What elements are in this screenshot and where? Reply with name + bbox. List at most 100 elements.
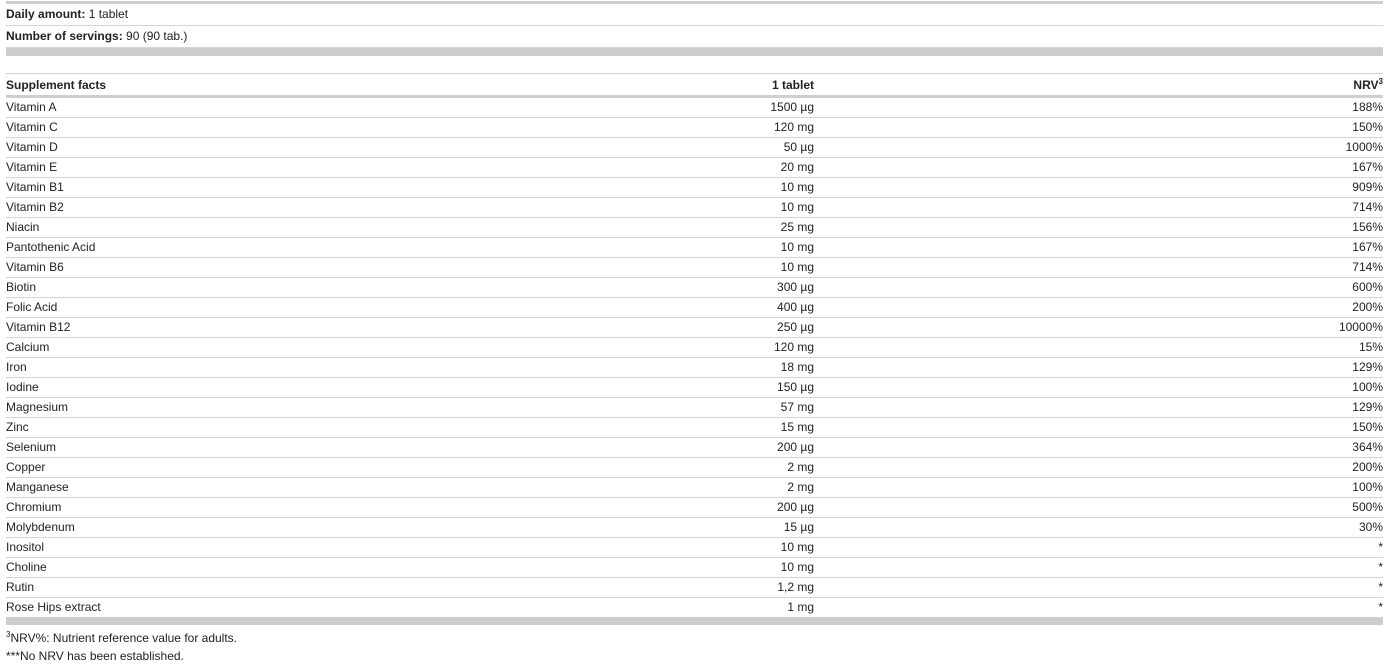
footnote-no-nrv: ***No NRV has been established.: [6, 647, 1383, 665]
nutrient-nrv: 200%: [814, 297, 1383, 318]
nutrient-amount: 400 µg: [406, 297, 814, 318]
table-row: Inositol 10 mg *: [6, 537, 1383, 558]
nutrient-amount: 10 mg: [406, 237, 814, 258]
nutrient-name: Copper: [6, 457, 406, 478]
table-row: Vitamin A 1500 µg 188%: [6, 96, 1383, 118]
table-row: Choline 10 mg *: [6, 557, 1383, 578]
nutrient-name: Selenium: [6, 437, 406, 458]
table-row: Vitamin D 50 µg 1000%: [6, 137, 1383, 158]
footnote-no-nrv-text: ***No NRV has been established.: [6, 649, 184, 663]
nutrient-nrv: *: [814, 577, 1383, 598]
nutrient-name: Zinc: [6, 417, 406, 438]
nutrient-name: Vitamin D: [6, 137, 406, 158]
daily-amount-row: Daily amount: 1 tablet: [6, 4, 1383, 26]
table-body: Vitamin A 1500 µg 188% Vitamin C 120 mg 150% V…: [6, 96, 1383, 618]
nutrient-nrv: 167%: [814, 237, 1383, 258]
nutrient-amount: 10 mg: [406, 557, 814, 578]
nutrient-amount: 10 mg: [406, 197, 814, 218]
nutrient-nrv: 100%: [814, 477, 1383, 498]
header-per-tablet: 1 tablet: [406, 74, 814, 98]
nutrient-amount: 10 mg: [406, 257, 814, 278]
table-row: Calcium 120 mg 15%: [6, 337, 1383, 358]
nutrient-amount: 1,2 mg: [406, 577, 814, 598]
supplement-facts-table: Supplement facts 1 tablet NRV3 Vitamin A…: [6, 74, 1383, 617]
nutrient-nrv: 500%: [814, 497, 1383, 518]
servings-value: 90 (90 tab.): [126, 29, 188, 43]
table-row: Vitamin B1 10 mg 909%: [6, 177, 1383, 198]
nutrient-name: Choline: [6, 557, 406, 578]
daily-amount-value: 1 tablet: [88, 7, 129, 21]
nutrient-amount: 10 mg: [406, 537, 814, 558]
nutrient-amount: 120 mg: [406, 117, 814, 138]
nutrient-amount: 150 µg: [406, 377, 814, 398]
nutrient-amount: 200 µg: [406, 437, 814, 458]
table-row: Vitamin B2 10 mg 714%: [6, 197, 1383, 218]
nutrient-nrv: 150%: [814, 417, 1383, 438]
nutrient-nrv: 30%: [814, 517, 1383, 538]
header-nrv-label: NRV: [1353, 78, 1379, 92]
table-row: Selenium 200 µg 364%: [6, 437, 1383, 458]
table-row: Manganese 2 mg 100%: [6, 477, 1383, 498]
nutrient-name: Vitamin B2: [6, 197, 406, 218]
nutrient-name: Vitamin E: [6, 157, 406, 178]
nutrient-nrv: 156%: [814, 217, 1383, 238]
servings-row: Number of servings: 90 (90 tab.): [6, 26, 1383, 48]
nutrient-amount: 200 µg: [406, 497, 814, 518]
nutrient-name: Biotin: [6, 277, 406, 298]
nutrient-nrv: *: [814, 557, 1383, 578]
nutrient-nrv: 714%: [814, 257, 1383, 278]
nutrient-nrv: 100%: [814, 377, 1383, 398]
nutrient-amount: 15 µg: [406, 517, 814, 538]
table-row: Vitamin B6 10 mg 714%: [6, 257, 1383, 278]
nutrient-amount: 18 mg: [406, 357, 814, 378]
nutrient-amount: 10 mg: [406, 177, 814, 198]
nutrient-name: Niacin: [6, 217, 406, 238]
nutrient-amount: 2 mg: [406, 457, 814, 478]
nutrient-amount: 1 mg: [787, 600, 814, 614]
nutrient-name: Vitamin C: [6, 117, 406, 138]
table-row: Niacin 25 mg 156%: [6, 217, 1383, 238]
nutrient-name: Vitamin A: [6, 96, 406, 118]
table-bottom-divider: [6, 617, 1383, 625]
nutrient-amount: 2 mg: [406, 477, 814, 498]
supplement-info: Daily amount: 1 tablet Number of serving…: [6, 0, 1383, 665]
nutrient-nrv: 909%: [814, 177, 1383, 198]
nutrient-nrv: 150%: [814, 117, 1383, 138]
header-nrv-superscript: 3: [1378, 77, 1383, 86]
table-row: Biotin 300 µg 600%: [6, 277, 1383, 298]
nutrient-amount: 120 mg: [406, 337, 814, 358]
nutrient-nrv: 129%: [814, 397, 1383, 418]
nutrient-name: Manganese: [6, 477, 406, 498]
nutrient-nrv: 188%: [814, 96, 1383, 118]
nutrient-nrv: 600%: [814, 277, 1383, 298]
table-row: Pantothenic Acid 10 mg 167%: [6, 237, 1383, 258]
nutrient-name: Calcium: [6, 337, 406, 358]
nutrient-nrv: *: [1378, 600, 1383, 614]
nutrient-name: Rutin: [6, 577, 406, 598]
nutrient-amount: 50 µg: [406, 137, 814, 158]
nutrient-amount: 300 µg: [406, 277, 814, 298]
nutrient-name: Vitamin B1: [6, 177, 406, 198]
nutrient-amount: 15 mg: [406, 417, 814, 438]
table-row: Vitamin E 20 mg 167%: [6, 157, 1383, 178]
nutrient-nrv: 10000%: [814, 317, 1383, 338]
nutrient-nrv: 167%: [814, 157, 1383, 178]
nutrient-amount: 25 mg: [406, 217, 814, 238]
table-row: Iron 18 mg 129%: [6, 357, 1383, 378]
nutrient-name: Vitamin B6: [6, 257, 406, 278]
nutrient-name: Iron: [6, 357, 406, 378]
table-row: Copper 2 mg 200%: [6, 457, 1383, 478]
nutrient-name: Vitamin B12: [6, 317, 406, 338]
nutrient-amount: 250 µg: [406, 317, 814, 338]
nutrient-nrv: 15%: [814, 337, 1383, 358]
nutrient-amount: 57 mg: [406, 397, 814, 418]
footnote-nrv-text: NRV%: Nutrient reference value for adult…: [10, 631, 238, 645]
header-supplement-facts: Supplement facts: [6, 74, 406, 98]
nutrient-nrv: 364%: [814, 437, 1383, 458]
nutrient-name: Folic Acid: [6, 297, 406, 318]
servings-label: Number of servings:: [6, 29, 123, 43]
footnote-nrv: 3NRV%: Nutrient reference value for adul…: [6, 629, 1383, 647]
nutrient-amount: 1500 µg: [406, 96, 814, 118]
table-row: Chromium 200 µg 500%: [6, 497, 1383, 518]
nutrient-name: Pantothenic Acid: [6, 237, 406, 258]
